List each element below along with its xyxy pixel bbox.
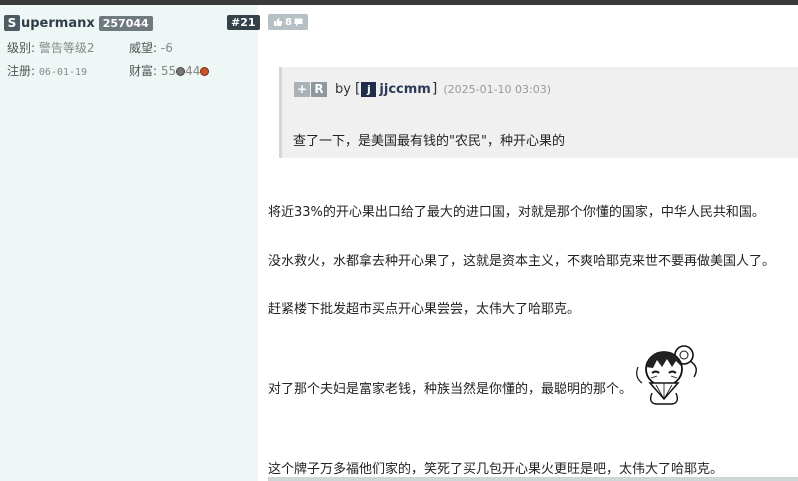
user-info-panel: S upermanx 257044 #21 级别: 警告等级2 威望: -6 注… [0,5,260,481]
username-row[interactable]: S upermanx 257044 [4,14,153,32]
prestige-label: 威望: [129,41,158,55]
register-label: 注册: [7,64,36,78]
level-value: 警告等级2 [38,41,95,55]
quote-reply-button[interactable]: R [311,81,327,97]
quoted-username[interactable]: jjccmm [379,82,430,97]
quote-text: 查了一下，是美国最有钱的"农民"，种开心果的 [293,134,565,149]
post-paragraph-3: 赶紧楼下批发超市买点开心果尝尝，太伟大了哈耶克。 [268,302,581,317]
username[interactable]: upermanx [21,16,95,31]
wealth-info: 财富: 55 44 [129,62,210,79]
prestige-info: 威望: -6 [129,39,173,56]
quote-expand-button[interactable]: + [294,81,310,97]
floor-number-badge[interactable]: #21 [227,15,260,30]
uid-badge[interactable]: 257044 [98,15,153,31]
comment-icon [294,18,303,26]
copper-coin-icon [200,67,210,76]
post-paragraph-2: 没水救火，水都拿去种开心果了，这就是资本主义，不爽哈耶克来世不要再做美国人了。 [268,254,776,269]
bracket-open: [ [354,81,361,97]
post-bottom-rule [268,477,798,481]
register-date: 06-01-19 [38,67,88,78]
silver-coin-icon [176,67,186,76]
quoted-user-avatar[interactable]: j [361,81,377,97]
like-button[interactable]: 8 [268,14,308,30]
quote-by-label: by [335,81,351,97]
register-info: 注册: 06-01-19 [7,62,87,79]
wealth-label: 财富: [129,64,158,78]
quote-header: + R by [ j jjccmm ] (2025-01-10 03:03) [294,81,551,97]
prestige-value: -6 [160,41,173,55]
post-paragraph-5: 这个牌子万多福他们家的，笑死了买几包开心果火更旺是吧，太伟大了哈耶克。 [268,462,724,477]
bracket-close: ] [431,81,438,97]
user-initial-avatar[interactable]: S [4,15,20,31]
wealth-amount-1: 55 [160,64,177,78]
thumbs-up-icon [274,18,283,26]
quote-block: + R by [ j jjccmm ] (2025-01-10 03:03) 查… [279,67,798,158]
post-paragraph-1: 将近33%的开心果出口给了最大的进口国，对就是那个你懂的国家，中华人民共和国。 [268,205,765,220]
post-paragraph-4: 对了那个夫妇是富家老钱，种族当然是你懂的，最聪明的那个。 [268,382,633,397]
level-label: 级别: [7,41,36,55]
quote-timestamp: (2025-01-10 03:03) [443,82,552,96]
like-count: 8 [285,16,292,28]
level-info: 级别: 警告等级2 [7,39,95,56]
wealth-amount-2: 44 [185,64,201,78]
anime-girl-sticker-icon [636,345,697,405]
